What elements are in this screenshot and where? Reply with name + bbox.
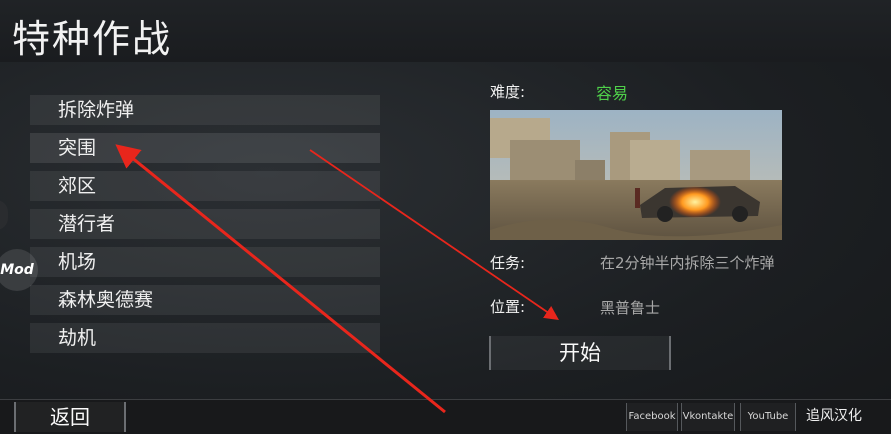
task-label: 任务:	[490, 254, 526, 272]
youtube-link[interactable]: YouTube	[740, 403, 796, 431]
mission-item-suburb[interactable]: 郊区	[30, 171, 380, 201]
mission-item-airport[interactable]: 机场	[30, 247, 380, 277]
start-button[interactable]: 开始	[489, 336, 671, 370]
mission-item-defuse[interactable]: 拆除炸弹	[30, 95, 380, 125]
credit-text: 追风汉化	[806, 408, 862, 424]
location-label: 位置:	[490, 298, 526, 316]
mission-item-hijack[interactable]: 劫机	[30, 323, 380, 353]
task-value: 在2分钟半内拆除三个炸弹	[600, 254, 775, 272]
vkontakte-link[interactable]: Vkontakte	[681, 403, 735, 431]
difficulty-value: 容易	[596, 84, 629, 103]
location-value: 黑普鲁士	[600, 299, 661, 317]
mission-item-stalker[interactable]: 潜行者	[30, 209, 380, 239]
mission-item-forest-odyssey[interactable]: 森林奥德赛	[30, 285, 380, 315]
bottom-bar: 返回 Facebook Vkontakte YouTube 追风汉化	[0, 399, 891, 434]
page-title: 特种作战	[12, 17, 173, 61]
header-bar: 特种作战	[0, 0, 891, 62]
difficulty-label: 难度:	[490, 83, 526, 101]
back-button[interactable]: 返回	[14, 402, 126, 432]
mission-item-breakout[interactable]: 突围	[30, 133, 380, 163]
mission-list: 拆除炸弹 突围 郊区 潜行者 机场 森林奥德赛 劫机	[30, 95, 380, 361]
facebook-link[interactable]: Facebook	[626, 403, 678, 431]
mission-preview-image	[490, 110, 782, 240]
